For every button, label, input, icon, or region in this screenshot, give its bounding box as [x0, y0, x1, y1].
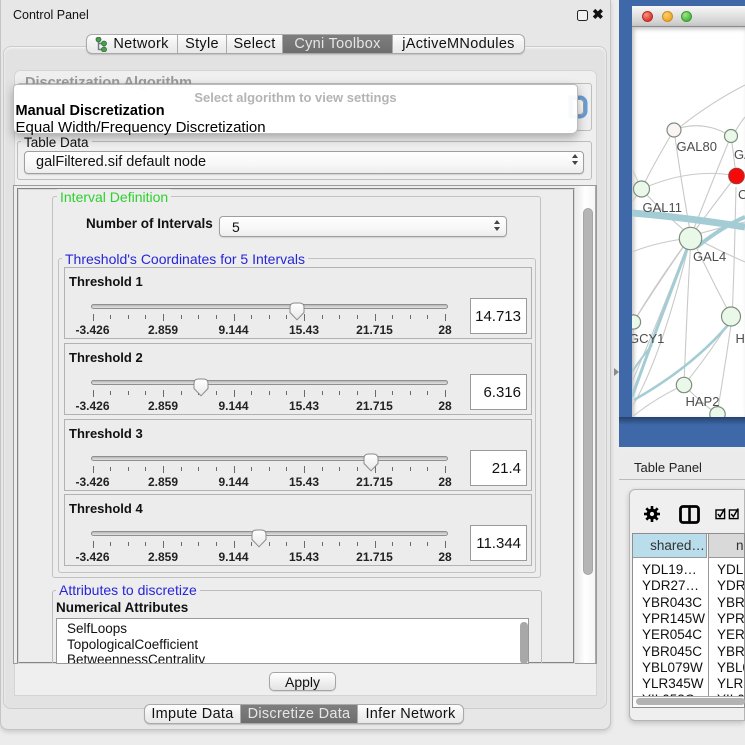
svg-text:GAL11: GAL11	[643, 200, 683, 215]
svg-text:HAP2: HAP2	[686, 394, 720, 409]
svg-text:C: C	[738, 187, 745, 202]
svg-text:GAL80: GAL80	[677, 139, 717, 154]
svg-text:GAL4: GAL4	[693, 249, 726, 264]
svg-text:GCY1: GCY1	[632, 331, 664, 346]
svg-text:H: H	[736, 331, 745, 346]
svg-text:GA: GA	[734, 147, 745, 162]
